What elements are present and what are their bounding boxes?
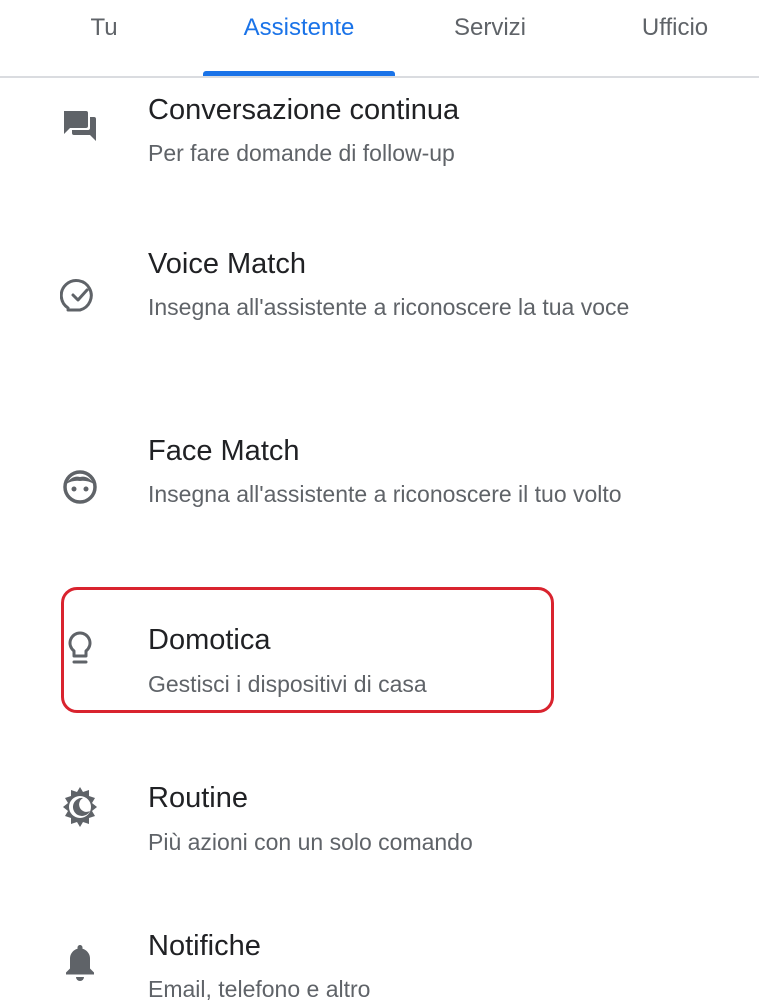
item-title: Face Match bbox=[148, 435, 300, 467]
item-title: Conversazione continua bbox=[148, 94, 460, 126]
item-subtitle: Più azioni con un solo comando bbox=[148, 829, 473, 855]
item-subtitle: Insegna all'assistente a riconoscere la … bbox=[148, 294, 630, 320]
item-subtitle: Gestisci i dispositivi di casa bbox=[148, 671, 427, 697]
setting-item-voice-match[interactable]: Voice Match Insegna all'assistente a ric… bbox=[0, 245, 759, 375]
chat-icon bbox=[60, 106, 100, 146]
setting-item-routine[interactable]: Routine Più azioni con un solo comando bbox=[0, 780, 759, 870]
item-title: Notifiche bbox=[148, 930, 261, 962]
tab-servizi[interactable]: Servizi bbox=[420, 14, 560, 42]
lightbulb-icon bbox=[60, 628, 100, 668]
item-title: Domotica bbox=[148, 624, 271, 656]
item-subtitle: Per fare domande di follow-up bbox=[148, 140, 455, 166]
tab-tu[interactable]: Tu bbox=[64, 14, 144, 42]
voice-match-icon bbox=[60, 275, 100, 315]
tab-assistente[interactable]: Assistente bbox=[203, 14, 395, 42]
setting-item-face-match[interactable]: Face Match Insegna all'assistente a rico… bbox=[0, 432, 759, 562]
active-tab-indicator bbox=[203, 71, 395, 76]
tab-ufficio[interactable]: Ufficio bbox=[610, 14, 740, 42]
face-icon bbox=[60, 467, 100, 507]
item-title: Voice Match bbox=[148, 248, 306, 280]
setting-item-domotica[interactable]: Domotica Gestisci i dispositivi di casa bbox=[0, 620, 759, 705]
item-subtitle: Insegna all'assistente a riconoscere il … bbox=[148, 481, 622, 507]
setting-item-notifiche[interactable]: Notifiche Email, telefono e altro bbox=[0, 930, 759, 1007]
setting-item-conversazione-continua[interactable]: Conversazione continua Per fare domande … bbox=[0, 90, 759, 210]
bell-icon bbox=[60, 942, 100, 982]
item-subtitle: Email, telefono e altro bbox=[148, 976, 371, 1002]
tab-bar: Tu Assistente Servizi Ufficio bbox=[0, 0, 759, 78]
routine-icon bbox=[58, 785, 102, 829]
item-title: Routine bbox=[148, 782, 248, 814]
